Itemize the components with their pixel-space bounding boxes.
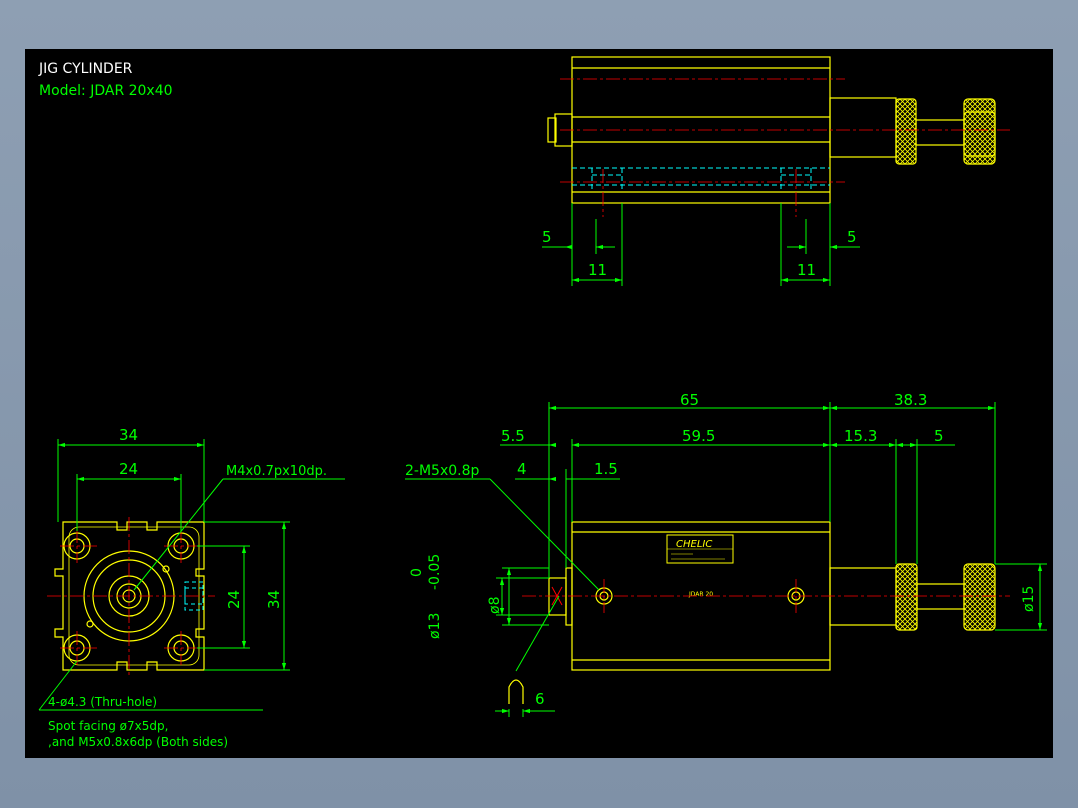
boss-dim: ø8 xyxy=(487,597,503,614)
dim-knurl: 15.3 xyxy=(844,427,877,445)
label-model: JDAR 20 xyxy=(688,591,713,598)
rod-dia-dim: ø15 xyxy=(1021,586,1037,612)
bore-dim: ø13 xyxy=(427,613,443,639)
dim-pin: 6 xyxy=(535,690,545,708)
end-dim-pitch-v: 24 xyxy=(225,590,243,609)
dim-nut: 5 xyxy=(934,427,944,445)
bore-tol-lower: -0.05 xyxy=(427,554,443,590)
top-dim-5-right: 5 xyxy=(847,228,857,246)
bore-dim-group: ø13 xyxy=(427,613,443,639)
drawing-canvas[interactable]: JIG CYLINDER Model: JDAR 20x40 5 5 11 11… xyxy=(25,49,1053,758)
dim-left-gap: 5.5 xyxy=(501,427,525,445)
callout-thread: M4x0.7px10dp. xyxy=(226,464,327,479)
note-thread: ,and M5x0.8x6dp (Both sides) xyxy=(48,735,228,749)
cad-drawing: JIG CYLINDER Model: JDAR 20x40 5 5 11 11… xyxy=(38,56,1047,749)
side-knurl-nut-2 xyxy=(963,563,996,631)
callout-port: 2-M5x0.8p xyxy=(405,463,479,479)
model-label: Model: JDAR 20x40 xyxy=(39,83,173,99)
label-brand: CHELIC xyxy=(676,539,712,550)
dim-body: 59.5 xyxy=(682,427,715,445)
viewer-frame: JIG CYLINDER Model: JDAR 20x40 5 5 11 11… xyxy=(0,0,1078,808)
bore-tol-upper: 0 xyxy=(409,568,425,577)
top-dim-5-left: 5 xyxy=(542,228,552,246)
note-spot-facing: Spot facing ø7x5dp, xyxy=(48,719,168,733)
dim-rod-ext: 38.3 xyxy=(894,391,927,409)
dim-port-off: 4 xyxy=(517,460,527,478)
dim-overall: 65 xyxy=(680,391,699,409)
side-view xyxy=(508,521,996,704)
drawing-title: JIG CYLINDER xyxy=(38,61,133,77)
end-dimensions xyxy=(38,439,345,711)
side-label-plate: CHELIC JDAR 20 xyxy=(666,534,734,598)
top-hidden-lines xyxy=(572,167,830,192)
end-dim-height: 34 xyxy=(265,590,283,609)
dim-port-step: 1.5 xyxy=(594,460,618,478)
side-knurl-nut-1 xyxy=(895,563,918,631)
end-dim-pitch-h: 24 xyxy=(119,460,138,478)
top-centerlines xyxy=(560,78,1010,217)
top-dim-11-right: 11 xyxy=(797,261,816,279)
pin-end xyxy=(508,679,524,704)
callout-holes: 4-ø4.3 (Thru-hole) xyxy=(48,695,157,709)
end-dim-width: 34 xyxy=(119,426,138,444)
knurl-nut-1 xyxy=(895,98,917,165)
top-dim-11-left: 11 xyxy=(588,261,607,279)
knurl-nut-2 xyxy=(963,98,996,165)
